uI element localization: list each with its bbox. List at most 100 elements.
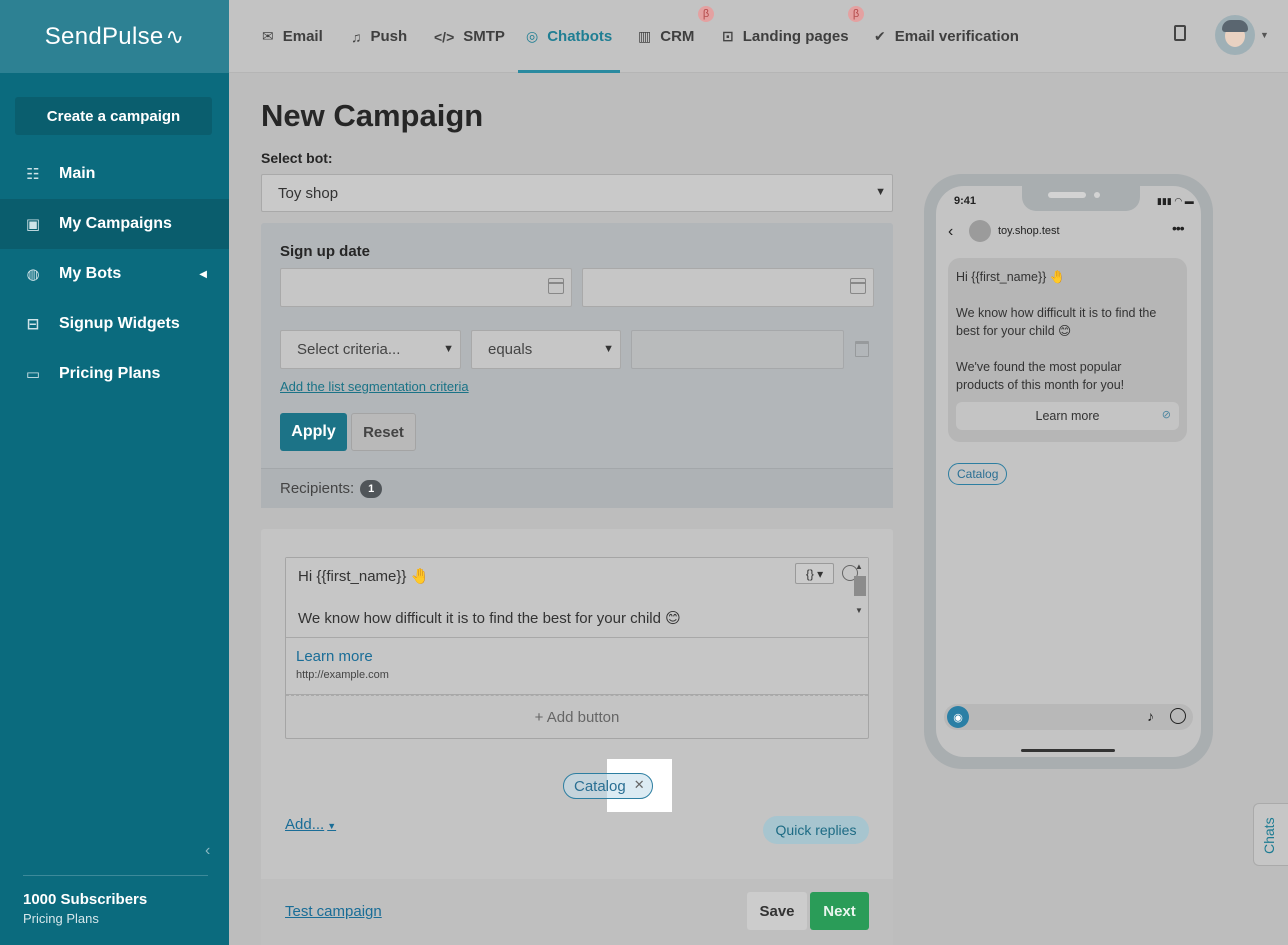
top-nav: ✉ Email ♫ Push </> SMTP ◎ Chatbots ▥ CRM… — [229, 0, 1288, 73]
recipients-label: Recipients: — [280, 480, 355, 497]
tab-landing-pages[interactable]: ⊡ Landing pages — [722, 0, 849, 73]
globe-icon: ◍ — [26, 266, 40, 283]
operator-select[interactable]: equals ▼ — [471, 330, 621, 369]
next-button[interactable]: Next — [810, 892, 869, 930]
apply-button[interactable]: Apply — [280, 413, 347, 451]
add-criteria-link[interactable]: Add the list segmentation criteria — [280, 379, 469, 394]
recipients-row: Recipients: 1 — [261, 468, 893, 508]
signup-date-label: Sign up date — [280, 243, 370, 260]
subscribers-count: 1000 Subscribers — [23, 891, 148, 908]
cursor-page-icon: ⊡ — [722, 28, 734, 44]
phone-screen: 9:41 ▮▮▮ ◠ ▬ ‹ toy.shop.test ••• Hi {{fi… — [936, 186, 1201, 757]
tab-smtp[interactable]: </> SMTP — [434, 0, 505, 73]
bot-select[interactable]: Toy shop ▼ — [261, 174, 893, 212]
bubble-button-label: Learn more — [1035, 409, 1100, 423]
tab-email[interactable]: ✉ Email — [262, 0, 323, 73]
collapse-sidebar-icon[interactable]: ‹ — [205, 842, 210, 860]
sidebar-item-my-bots[interactable]: ◍ My Bots ◀ — [0, 249, 229, 299]
divider — [23, 875, 208, 876]
quick-reply-label: Catalog — [574, 777, 626, 795]
tab-email-verification[interactable]: ✔ Email verification — [874, 0, 1019, 73]
tab-push[interactable]: ♫ Push — [351, 0, 407, 73]
tab-crm[interactable]: ▥ CRM — [638, 0, 694, 73]
criteria-value-input[interactable] — [631, 330, 844, 369]
close-icon[interactable]: ✕ — [634, 777, 645, 793]
contact-name: toy.shop.test — [998, 225, 1060, 237]
beta-badge: β — [848, 6, 864, 22]
home-indicator — [1021, 749, 1115, 752]
check-circle-icon: ✔ — [874, 28, 886, 44]
add-menu-link[interactable]: Add... ▼ — [285, 816, 336, 833]
phone-input-bar: ◉ ♪ — [944, 704, 1193, 730]
button-title[interactable]: Learn more — [296, 648, 373, 665]
chevron-down-icon[interactable]: ▼ — [1260, 30, 1269, 40]
caret-down-icon: ▼ — [327, 821, 337, 831]
contact-avatar — [969, 220, 991, 242]
date-to-field[interactable] — [582, 268, 874, 307]
inbox-icon: ▣ — [25, 216, 41, 233]
criteria-select[interactable]: Select criteria... ▼ — [280, 330, 461, 369]
beta-badge: β — [698, 6, 714, 22]
chevron-down-icon: ▼ — [603, 343, 614, 355]
scroll-down-icon[interactable]: ▼ — [855, 606, 863, 615]
mic-icon: ♪ — [1147, 708, 1154, 724]
date-from-field[interactable] — [280, 268, 572, 307]
save-button[interactable]: Save — [747, 892, 807, 930]
tab-label: SMTP — [463, 28, 505, 45]
bubble-line: products of this month for you! — [956, 378, 1125, 392]
back-arrow-icon: ‹ — [948, 223, 954, 240]
pricing-plans-link[interactable]: Pricing Plans — [23, 911, 99, 926]
tab-chatbots[interactable]: ◎ Chatbots — [517, 0, 621, 73]
reset-button[interactable]: Reset — [351, 413, 416, 451]
sidebar-item-main[interactable]: ☷ Main — [0, 149, 229, 199]
scrollbar[interactable]: ▲ ▼ — [852, 562, 866, 634]
chat-icon: ◎ — [526, 28, 539, 44]
operator-select-value: equals — [488, 341, 533, 358]
sidebar-item-pricing-plans[interactable]: ▭ Pricing Plans — [0, 349, 229, 399]
sidebar-item-label: My Campaigns — [59, 215, 172, 232]
sidebar-item-signup-widgets[interactable]: ⊟ Signup Widgets — [0, 299, 229, 349]
bubble-line: best for your child 😊 — [956, 324, 1072, 338]
scroll-up-icon[interactable]: ▲ — [855, 562, 863, 571]
sidebar: SendPulse ∿ Create a campaign ☷ Main ▣ M… — [0, 0, 229, 945]
quick-replies-tag[interactable]: Quick replies — [763, 816, 869, 844]
variables-button[interactable]: {} ▾ — [795, 563, 834, 584]
tab-label: Push — [370, 28, 408, 45]
message-button-row[interactable]: Learn more http://example.com — [286, 638, 868, 695]
calendar-icon[interactable] — [548, 278, 564, 294]
sidebar-item-my-campaigns[interactable]: ▣ My Campaigns — [0, 199, 229, 249]
logo-text: SendPulse — [44, 22, 164, 50]
select-bot-label: Select bot: — [261, 150, 333, 166]
preview-quick-reply: Catalog — [948, 463, 1008, 485]
logo[interactable]: SendPulse ∿ — [0, 0, 229, 73]
sidebar-item-label: Main — [59, 165, 96, 182]
bubble-line: We know how difficult it is to find the — [956, 306, 1157, 320]
avatar-hair — [1222, 20, 1248, 32]
bubble-line: Hi {{first_name}} 🤚 — [956, 270, 1066, 284]
link-icon: ⊘ — [1161, 409, 1171, 421]
envelope-icon: ✉ — [262, 28, 274, 44]
tab-label: Chatbots — [547, 28, 613, 45]
calendar-icon[interactable] — [850, 278, 866, 294]
avatar[interactable] — [1215, 15, 1255, 55]
camera-icon: ◉ — [947, 706, 969, 728]
sidebar-item-label: Pricing Plans — [59, 365, 161, 382]
test-campaign-link[interactable]: Test campaign — [285, 903, 382, 920]
message-textarea[interactable]: Hi {{first_name}} 🤚 We know how difficul… — [286, 558, 868, 638]
quick-reply-chip[interactable]: Catalog ✕ — [563, 773, 653, 799]
tab-label: CRM — [660, 28, 695, 45]
add-menu-label: Add... — [285, 816, 325, 833]
message-block: Hi {{first_name}} 🤚 We know how difficul… — [285, 557, 869, 739]
chevron-down-icon: ▼ — [443, 343, 454, 355]
create-campaign-button[interactable]: Create a campaign — [15, 97, 212, 135]
signal-wifi-battery-icon: ▮▮▮ ◠ ▬ — [1157, 196, 1194, 206]
main-content: New Campaign Select bot: Toy shop ▼ Sign… — [229, 74, 1288, 945]
trash-icon[interactable] — [855, 341, 869, 357]
criteria-select-value: Select criteria... — [297, 341, 401, 358]
chats-tab[interactable]: Chats — [1253, 803, 1288, 866]
add-button[interactable]: + Add button — [286, 695, 868, 739]
mobile-icon[interactable] — [1174, 25, 1186, 41]
segmentation-panel: Sign up date Select criteria... ▼ equals… — [261, 223, 893, 508]
scroll-thumb[interactable] — [854, 576, 866, 596]
bot-select-value: Toy shop — [278, 184, 339, 202]
